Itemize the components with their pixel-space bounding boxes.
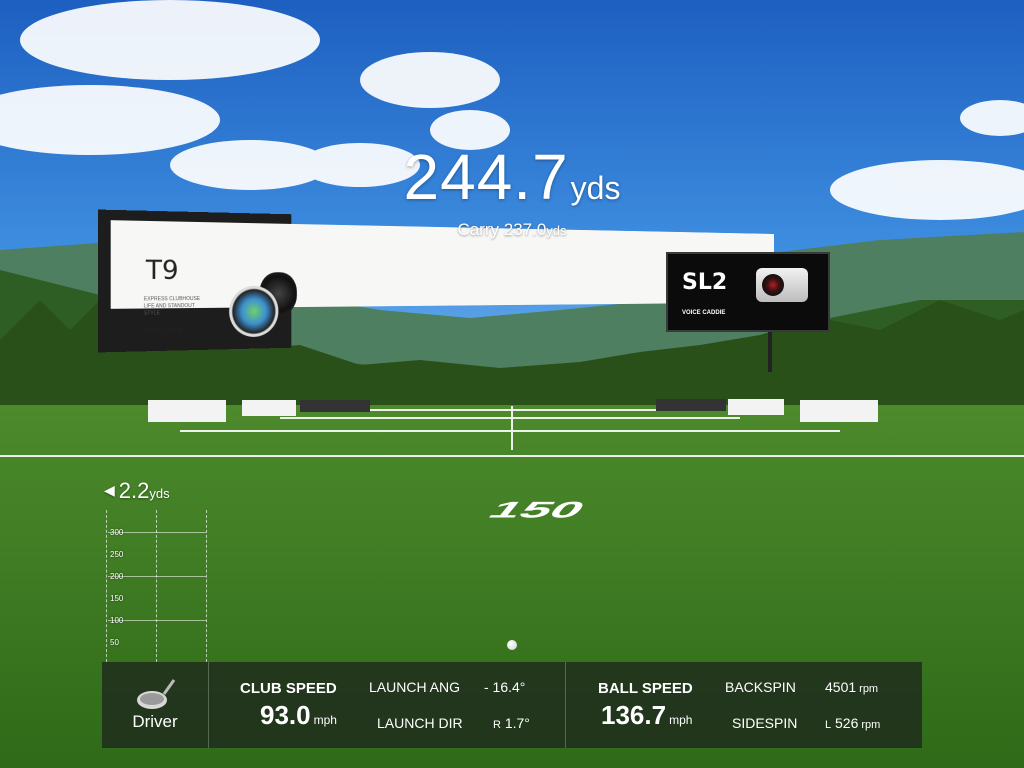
launch-angle-value: - 16.4°: [484, 679, 526, 695]
ruler-tick: 300: [110, 528, 124, 537]
side-deviation: ◀ 2.2yds: [104, 478, 170, 504]
sidespin-value: L 526 rpm: [822, 715, 880, 731]
club-speed-label: CLUB SPEED: [240, 680, 337, 697]
backspin-label: BACKSPIN: [725, 679, 796, 695]
launch-direction-label: LAUNCH DIR: [377, 715, 463, 731]
ruler-tick: 50: [110, 638, 119, 647]
shot-stats-panel: Driver CLUB SPEED 93.0 mph LAUNCH ANG - 1…: [102, 662, 922, 748]
driver-club-icon: [137, 679, 176, 709]
club-speed-value: 93.0 mph: [260, 700, 337, 731]
side-deviation-unit: yds: [149, 486, 170, 501]
carry-unit: yds: [546, 223, 567, 238]
backspin-number: 4501: [825, 679, 857, 695]
launch-direction-value: R 1.7°: [490, 715, 530, 731]
sidespin-label: SIDESPIN: [732, 715, 798, 731]
launch-angle-label: LAUNCH ANG: [369, 679, 461, 695]
club-speed-unit: mph: [313, 713, 337, 727]
ruler-tick: 200: [110, 572, 124, 581]
golf-ball: [507, 640, 517, 650]
ruler-edge: [106, 510, 107, 662]
billboard-right: SL2 VOICE CADDIE: [666, 252, 830, 332]
ball-speed-label: BALL SPEED: [598, 680, 693, 697]
ruler-tick: 150: [110, 594, 124, 603]
ruler-tick: 250: [110, 550, 124, 559]
divider: [565, 662, 566, 748]
ruler-tick: 100: [110, 616, 124, 625]
backspin-value: 4501 rpm: [825, 679, 878, 695]
club-speed-number: 93.0: [260, 700, 311, 730]
backspin-unit: rpm: [859, 683, 879, 695]
billboard-title: T9: [145, 255, 179, 287]
ball-speed-number: 136.7: [601, 700, 667, 730]
total-distance: 244.7yds: [0, 140, 1024, 214]
sidespin-side: L: [825, 719, 832, 731]
billboard-brand: VOICE CADDIE: [682, 310, 726, 316]
divider: [208, 662, 209, 748]
carry-distance: Carry 237.0yds: [0, 220, 1024, 240]
launch-direction-side: R: [493, 719, 501, 731]
side-deviation-value: 2.2: [118, 478, 150, 503]
sidespin-unit: rpm: [861, 719, 881, 731]
rangefinder-image: [756, 268, 808, 302]
ruler-edge: [206, 510, 207, 662]
total-distance-value: 244.7: [403, 141, 569, 213]
club-name[interactable]: Driver: [102, 712, 208, 732]
billboard-tagline: EXPRESS CLUBHOUSE LIFE AND STANDOUT STYL…: [143, 295, 201, 317]
billboard-brand: VOICE CADDIE: [145, 328, 183, 335]
ball-speed-value: 136.7 mph: [601, 700, 692, 731]
distance-ruler: 300 250 200 150 100 50: [104, 510, 210, 662]
ball-speed-unit: mph: [669, 713, 693, 727]
total-distance-unit: yds: [570, 170, 621, 206]
left-arrow-icon: ◀: [104, 482, 115, 498]
carry-label: Carry: [457, 220, 500, 239]
carry-value: 237.0: [503, 220, 547, 239]
launch-direction-number: 1.7°: [504, 715, 530, 731]
sidespin-number: 526: [835, 715, 859, 731]
billboard-title: SL2: [682, 270, 728, 295]
